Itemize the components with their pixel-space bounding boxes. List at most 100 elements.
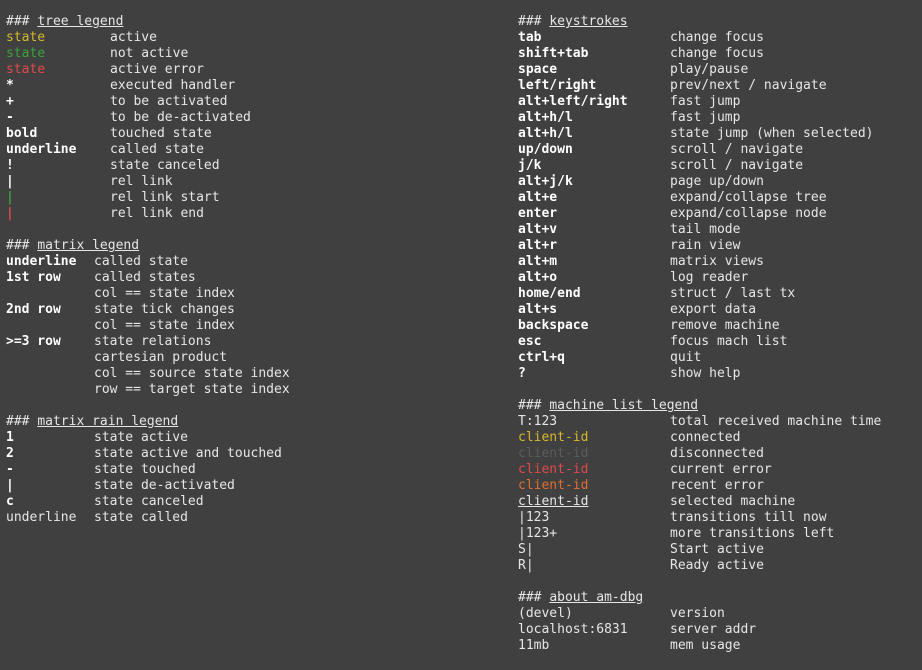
legend-value: state relations bbox=[94, 334, 212, 349]
machine-list-legend-title: machine list legend bbox=[549, 398, 699, 413]
keystroke-action: expand/collapse node bbox=[670, 206, 827, 221]
legend-row: client-id connected bbox=[518, 430, 918, 446]
keystroke-row: up/down scroll / navigate bbox=[518, 142, 918, 158]
legend-row: |123+ more transitions left bbox=[518, 526, 918, 542]
legend-key: state bbox=[6, 46, 46, 61]
keystroke-key: alt+m bbox=[518, 254, 558, 269]
legend-value: recent error bbox=[670, 478, 764, 493]
legend-value: active error bbox=[110, 62, 204, 77]
legend-row: state active error bbox=[6, 62, 506, 78]
keystroke-key: ? bbox=[518, 366, 526, 381]
legend-key: S| bbox=[518, 542, 534, 557]
legend-key bbox=[6, 350, 94, 366]
legend-value: called state bbox=[110, 142, 204, 157]
about-row: 11mb mem usage bbox=[518, 638, 918, 654]
keystroke-row: left/right prev/next / navigate bbox=[518, 78, 918, 94]
legend-row: 2nd row state tick changes bbox=[6, 302, 506, 318]
legend-key: state bbox=[6, 62, 46, 77]
legend-row: bold touched state bbox=[6, 126, 506, 142]
tree-legend-heading: ### tree legend bbox=[6, 14, 506, 30]
legend-value: connected bbox=[670, 430, 741, 445]
legend-value: called state bbox=[94, 254, 188, 269]
matrix-rain-legend-title: matrix rain legend bbox=[37, 414, 179, 429]
legend-value: row == target state index bbox=[94, 382, 290, 397]
matrix-rain-legend-section: ### matrix rain legend 1 state active 2 st… bbox=[6, 414, 506, 526]
about-section: ### about am-dbg (devel) version localhos… bbox=[518, 590, 918, 654]
legend-key: underline bbox=[6, 254, 77, 269]
legend-key: bold bbox=[6, 126, 38, 141]
keystroke-action: scroll / navigate bbox=[670, 158, 804, 173]
legend-key: underline bbox=[6, 510, 77, 525]
legend-row: col == state index bbox=[6, 318, 506, 334]
heading-prefix: ### bbox=[518, 398, 550, 413]
legend-row: R| Ready active bbox=[518, 558, 918, 574]
legend-key: 2 bbox=[6, 446, 14, 461]
legend-value: not active bbox=[110, 46, 189, 61]
keystroke-key: alt+r bbox=[518, 238, 558, 253]
keystroke-action: tail mode bbox=[670, 222, 741, 237]
legend-value: col == state index bbox=[94, 318, 235, 333]
legend-key bbox=[6, 382, 94, 398]
legend-key bbox=[6, 318, 94, 334]
keystroke-row: alt+s export data bbox=[518, 302, 918, 318]
about-title: about am-dbg bbox=[549, 590, 644, 605]
keystroke-row: tab change focus bbox=[518, 30, 918, 46]
legend-value: rel link end bbox=[110, 206, 204, 221]
keystroke-action: page up/down bbox=[670, 174, 764, 189]
keystroke-key: alt+h/l bbox=[518, 110, 573, 125]
keystroke-key: home/end bbox=[518, 286, 581, 301]
legend-row: + to be activated bbox=[6, 94, 506, 110]
legend-row: | rel link end bbox=[6, 206, 506, 222]
legend-row: >=3 row state relations bbox=[6, 334, 506, 350]
about-row: (devel) version bbox=[518, 606, 918, 622]
keystroke-key: alt+left/right bbox=[518, 94, 628, 109]
keystroke-row: j/k scroll / navigate bbox=[518, 158, 918, 174]
legend-key: c bbox=[6, 494, 14, 509]
keystroke-row: shift+tab change focus bbox=[518, 46, 918, 62]
legend-key: client-id bbox=[518, 478, 589, 493]
keystroke-action: fast jump bbox=[670, 110, 741, 125]
legend-row: client-id selected machine bbox=[518, 494, 918, 510]
legend-key: | bbox=[6, 190, 14, 205]
keystroke-row: alt+j/k page up/down bbox=[518, 174, 918, 190]
keystroke-action: export data bbox=[670, 302, 757, 317]
legend-key: client-id bbox=[518, 446, 589, 461]
legend-key: >=3 row bbox=[6, 334, 61, 349]
legend-row: client-id recent error bbox=[518, 478, 918, 494]
keystroke-key: esc bbox=[518, 334, 542, 349]
legend-value: state called bbox=[94, 510, 188, 525]
keystroke-action: log reader bbox=[670, 270, 749, 285]
right-column: ### keystrokes tab change focus shift+tab… bbox=[518, 14, 918, 670]
keystroke-row: backspace remove machine bbox=[518, 318, 918, 334]
keystroke-key: alt+j/k bbox=[518, 174, 573, 189]
matrix-legend-title: matrix legend bbox=[37, 238, 140, 253]
about-row: localhost:6831 server addr bbox=[518, 622, 918, 638]
keystroke-key: left/right bbox=[518, 78, 597, 93]
legend-value: executed handler bbox=[110, 78, 236, 93]
legend-key: | bbox=[6, 174, 14, 189]
legend-row: | state de-activated bbox=[6, 478, 506, 494]
legend-key: ! bbox=[6, 158, 14, 173]
legend-value: total received machine time bbox=[670, 414, 882, 429]
about-key: (devel) bbox=[518, 606, 573, 621]
keystrokes-title: keystrokes bbox=[549, 14, 628, 29]
legend-value: rel link bbox=[110, 174, 173, 189]
keystroke-action: scroll / navigate bbox=[670, 142, 804, 157]
keystroke-action: remove machine bbox=[670, 318, 780, 333]
legend-value: active bbox=[110, 30, 157, 45]
legend-row: state active bbox=[6, 30, 506, 46]
legend-row: - to be de-activated bbox=[6, 110, 506, 126]
legend-row: cartesian product bbox=[6, 350, 506, 366]
legend-row: col == source state index bbox=[6, 366, 506, 382]
legend-key: 1st row bbox=[6, 270, 61, 285]
legend-value: state de-activated bbox=[94, 478, 235, 493]
legend-key: T:123 bbox=[518, 414, 558, 429]
legend-row: client-id current error bbox=[518, 462, 918, 478]
matrix-legend-heading: ### matrix legend bbox=[6, 238, 506, 254]
keystroke-action: show help bbox=[670, 366, 741, 381]
legend-value: cartesian product bbox=[94, 350, 228, 365]
legend-key: - bbox=[6, 462, 14, 477]
legend-key: 1 bbox=[6, 430, 14, 445]
left-column: ### tree legend state active state not act… bbox=[6, 14, 506, 542]
legend-row: col == state index bbox=[6, 286, 506, 302]
